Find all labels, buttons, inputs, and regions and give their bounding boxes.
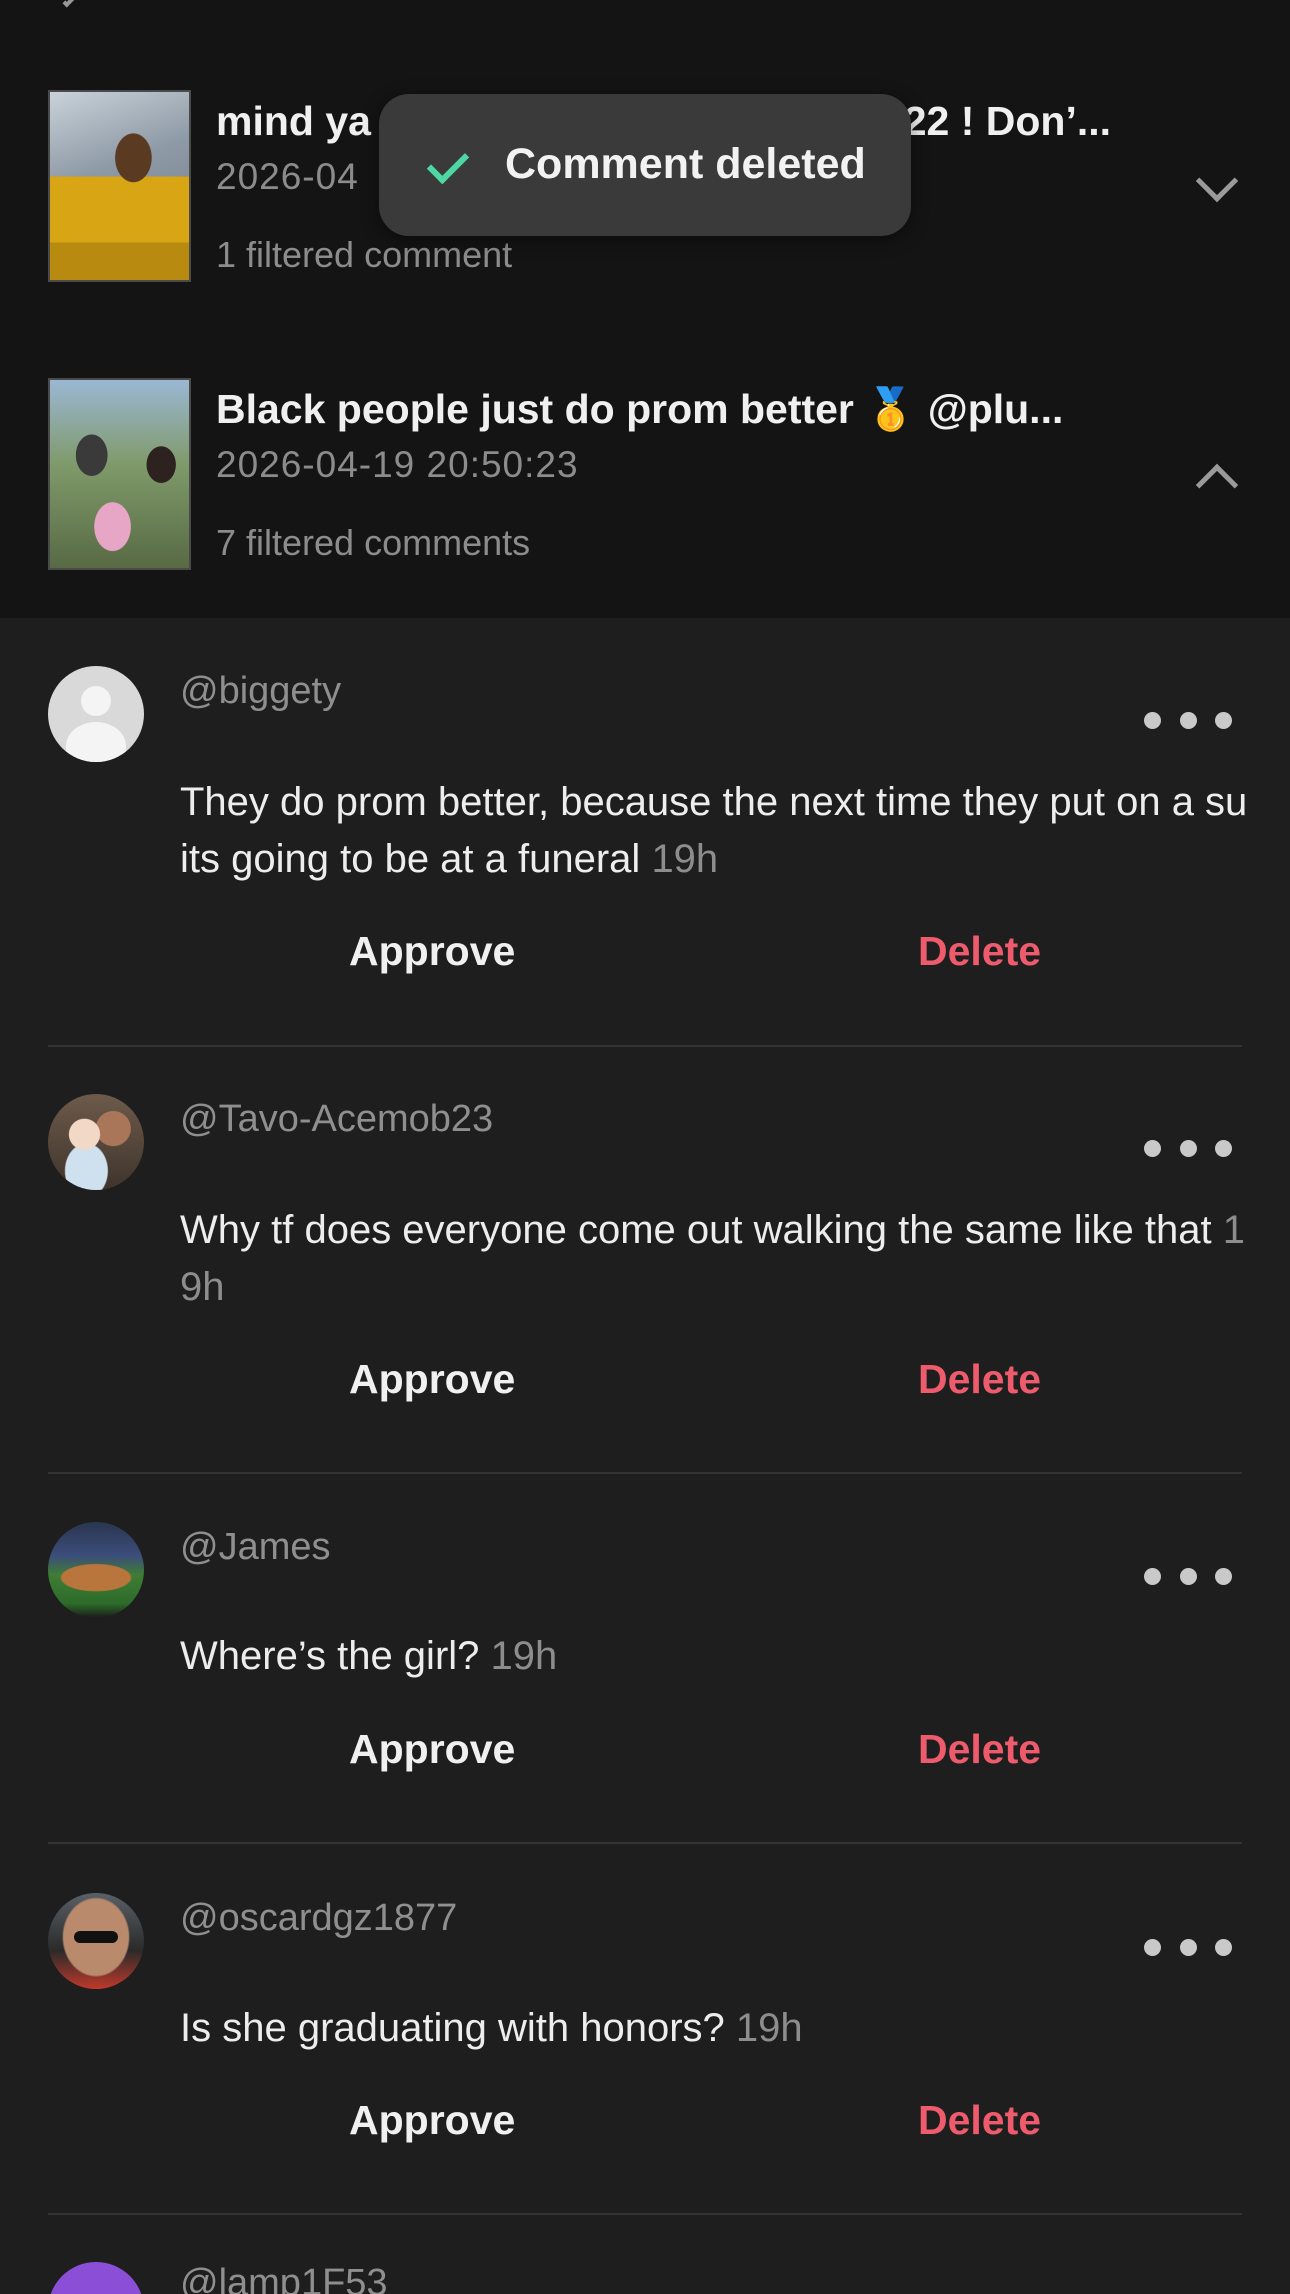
comment-username[interactable]: @James (180, 1526, 331, 1569)
check-icon (426, 141, 470, 185)
avatar[interactable] (48, 1522, 144, 1618)
toast-notification: Comment deleted (379, 94, 911, 236)
more-options-icon[interactable] (1144, 1138, 1232, 1158)
approve-button[interactable]: Approve (349, 1726, 515, 1773)
avatar[interactable] (48, 1893, 144, 1989)
comment-username[interactable]: @oscardgz1877 (180, 1897, 457, 1940)
comment-text: Where’s the girl? 19h (180, 1634, 558, 1678)
filtered-count: 1 filtered comment (216, 234, 513, 275)
approve-button[interactable]: Approve (349, 1356, 515, 1403)
filtered-videos-panel: mind ya 022 ! Don’... 2026-04 1 filtered … (0, 0, 1290, 618)
chevron-up-icon[interactable] (1195, 463, 1239, 507)
approve-button[interactable]: Approve (349, 928, 515, 975)
back-arrow-icon[interactable] (62, 0, 80, 8)
more-options-icon[interactable] (1144, 1937, 1232, 1957)
avatar[interactable] (48, 2262, 144, 2294)
avatar[interactable] (48, 666, 144, 762)
video-date: 2026-04-19 20:50:23 (216, 444, 579, 485)
approve-button[interactable]: Approve (349, 2097, 515, 2144)
filtered-count: 7 filtered comments (216, 522, 531, 563)
delete-button[interactable]: Delete (918, 2097, 1041, 2144)
more-options-icon[interactable] (1144, 1566, 1232, 1586)
delete-button[interactable]: Delete (918, 1356, 1041, 1403)
divider (48, 1472, 1242, 1474)
comment-username[interactable]: @lamp1F53 (180, 2262, 388, 2294)
video-row-2[interactable]: Black people just do prom better 🥇 @plu.… (48, 378, 1242, 570)
video-title: Black people just do prom better 🥇 @plu.… (216, 386, 1064, 432)
video-thumbnail (48, 90, 191, 282)
video-date: 2026-04 (216, 156, 359, 197)
comment-username[interactable]: @Tavo-Acemob23 (180, 1098, 493, 1141)
comment-text: Is she graduating with honors? 19h (180, 2006, 803, 2050)
comment-time: 19h (490, 1634, 558, 1678)
more-options-icon[interactable] (1144, 710, 1232, 730)
divider (48, 2213, 1242, 2215)
delete-button[interactable]: Delete (918, 1726, 1041, 1773)
video-thumbnail (48, 378, 191, 570)
comment-time: 19h (735, 2006, 803, 2050)
divider (48, 1842, 1242, 1844)
divider (48, 1045, 1242, 1047)
comment-text: Why tf does everyone come out walking th… (180, 1208, 1245, 1309)
chevron-down-icon[interactable] (1195, 159, 1239, 203)
comment-time: 19h (651, 837, 719, 881)
toast-text: Comment deleted (505, 140, 866, 188)
delete-button[interactable]: Delete (918, 928, 1041, 975)
avatar[interactable] (48, 1094, 144, 1190)
comment-text: They do prom better, because the next ti… (180, 780, 1248, 881)
comment-username[interactable]: @biggety (180, 670, 341, 713)
